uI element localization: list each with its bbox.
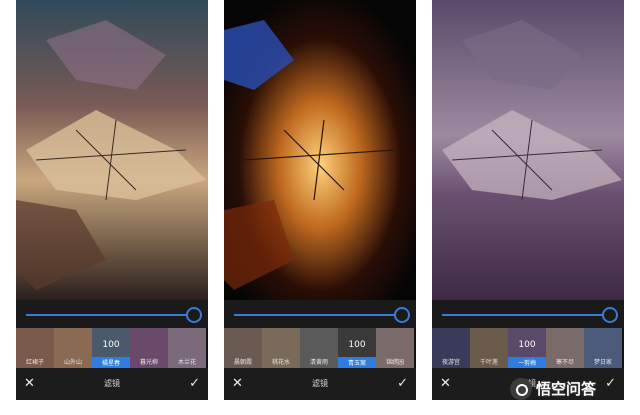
filter-label: 千叶莲 bbox=[479, 359, 498, 366]
filter-label: 青玉案 bbox=[338, 357, 376, 368]
photo-preview bbox=[16, 0, 208, 300]
filter-panel-3: 夜游宫 千叶莲 100一剪梅 寒不尽 梦日家 ✕ 滤镜 ✓ bbox=[432, 0, 624, 400]
filter-thumb[interactable]: 暮光柳 bbox=[130, 328, 168, 368]
bar-title: 滤镜 bbox=[104, 379, 120, 388]
filter-thumb-selected[interactable]: 100 橘星春 bbox=[92, 328, 130, 368]
filter-label: 夜游宫 bbox=[441, 359, 460, 366]
filter-strip[interactable]: 红裙子 山外山 100 橘星春 暮光柳 木兰花 bbox=[16, 328, 208, 368]
filter-value: 100 bbox=[102, 340, 120, 350]
check-icon[interactable]: ✓ bbox=[189, 376, 200, 391]
intensity-slider[interactable] bbox=[432, 300, 624, 328]
bottom-bar: ✕ 滤镜 ✓ bbox=[224, 368, 416, 400]
filter-label: 清黄雨 bbox=[309, 359, 328, 366]
filter-thumb[interactable]: 千叶莲 bbox=[470, 328, 508, 368]
watermark: 悟空问答 bbox=[506, 376, 638, 402]
filter-thumb[interactable]: 山外山 bbox=[54, 328, 92, 368]
filter-thumb[interactable]: 寒不尽 bbox=[546, 328, 584, 368]
intensity-slider[interactable] bbox=[224, 300, 416, 328]
filter-value: 100 bbox=[348, 340, 366, 350]
filter-thumb[interactable]: 桃花水 bbox=[262, 328, 300, 368]
filter-panel-2: 晨朝霞 桃花水 清黄雨 100 青玉案 锦绣园 ✕ 滤镜 ✓ bbox=[224, 0, 416, 400]
slider-track bbox=[442, 314, 608, 316]
slider-knob[interactable] bbox=[602, 307, 618, 323]
bar-title: 滤镜 bbox=[312, 379, 328, 388]
wukong-logo-icon bbox=[510, 378, 532, 400]
filter-strip[interactable]: 晨朝霞 桃花水 清黄雨 100 青玉案 锦绣园 bbox=[224, 328, 416, 368]
slider-knob[interactable] bbox=[186, 307, 202, 323]
slider-knob[interactable] bbox=[394, 307, 410, 323]
filter-thumb[interactable]: 清黄雨 bbox=[300, 328, 338, 368]
filter-label: 红裙子 bbox=[25, 359, 44, 366]
filter-label: 晨朝霞 bbox=[233, 359, 252, 366]
filter-label: 桃花水 bbox=[271, 359, 290, 366]
filter-thumb[interactable]: 晨朝霞 bbox=[224, 328, 262, 368]
filter-thumb[interactable]: 锦绣园 bbox=[376, 328, 414, 368]
watermark-text: 悟空问答 bbox=[536, 380, 597, 398]
filter-label: 寒不尽 bbox=[555, 359, 574, 366]
filter-label: 山外山 bbox=[63, 359, 82, 366]
filter-strip[interactable]: 夜游宫 千叶莲 100 一剪梅 寒不尽 梦日家 bbox=[432, 328, 624, 368]
slider-track bbox=[234, 314, 400, 316]
filter-thumb[interactable]: 木兰花 bbox=[168, 328, 206, 368]
filter-panel-1: 红裙子 山外山 100 橘星春 暮光柳 木兰花 ✕ 滤镜 ✓ bbox=[16, 0, 208, 400]
check-icon[interactable]: ✓ bbox=[397, 376, 408, 391]
filter-label: 橘星春 bbox=[92, 357, 130, 368]
photo-preview bbox=[432, 0, 624, 300]
photo-preview bbox=[224, 0, 416, 300]
filter-label: 一剪梅 bbox=[508, 357, 546, 368]
filter-label: 锦绣园 bbox=[385, 359, 404, 366]
slider-track bbox=[26, 314, 192, 316]
filter-label: 梦日家 bbox=[593, 359, 612, 366]
filter-thumb[interactable]: 夜游宫 bbox=[432, 328, 470, 368]
bottom-bar: ✕ 滤镜 ✓ bbox=[16, 368, 208, 400]
filter-thumb[interactable]: 红裙子 bbox=[16, 328, 54, 368]
filter-thumb-selected[interactable]: 100 青玉案 bbox=[338, 328, 376, 368]
filter-label: 暮光柳 bbox=[139, 359, 158, 366]
filter-thumb-selected[interactable]: 100 一剪梅 bbox=[508, 328, 546, 368]
intensity-slider[interactable] bbox=[16, 300, 208, 328]
filter-label: 木兰花 bbox=[177, 359, 196, 366]
filter-value: 100 bbox=[518, 340, 536, 350]
filter-thumb[interactable]: 梦日家 bbox=[584, 328, 622, 368]
